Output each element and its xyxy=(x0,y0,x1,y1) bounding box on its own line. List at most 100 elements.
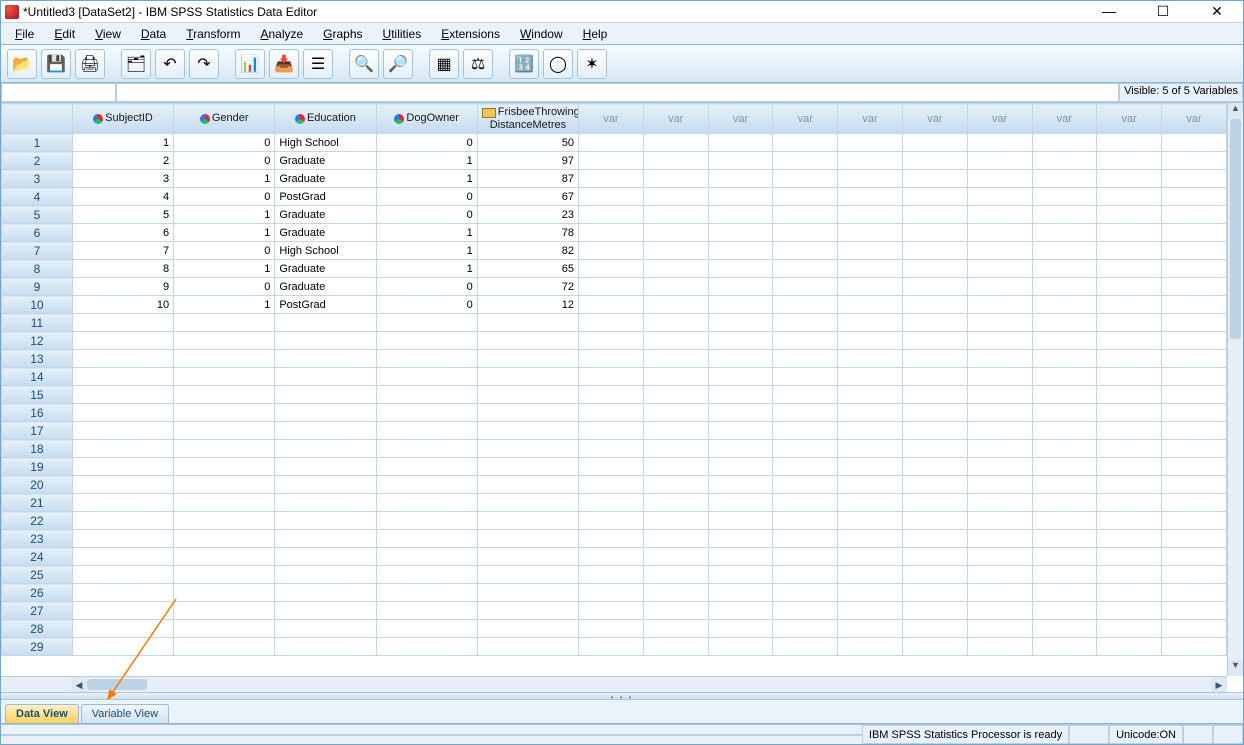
cell[interactable]: 5 xyxy=(72,206,173,224)
cell[interactable] xyxy=(275,530,376,548)
cell-empty[interactable] xyxy=(1162,530,1227,548)
row-header[interactable]: 13 xyxy=(2,350,73,368)
cell-empty[interactable] xyxy=(643,368,708,386)
cell[interactable]: 1 xyxy=(376,242,477,260)
cell-empty[interactable] xyxy=(708,260,773,278)
cell[interactable]: 0 xyxy=(376,296,477,314)
recall-dialog-icon[interactable]: 🗂 xyxy=(121,49,151,79)
cell-empty[interactable] xyxy=(579,278,644,296)
cell[interactable] xyxy=(275,314,376,332)
cell[interactable] xyxy=(376,494,477,512)
cell[interactable] xyxy=(275,620,376,638)
cell-empty[interactable] xyxy=(643,548,708,566)
cell-empty[interactable] xyxy=(838,278,903,296)
cell-empty[interactable] xyxy=(579,224,644,242)
cell[interactable] xyxy=(174,440,275,458)
cell-empty[interactable] xyxy=(902,152,967,170)
cell-empty[interactable] xyxy=(838,332,903,350)
scroll-down-arrow-icon[interactable]: ▼ xyxy=(1228,660,1243,676)
cell-empty[interactable] xyxy=(579,170,644,188)
column-header-empty[interactable]: var xyxy=(579,104,644,134)
cell-empty[interactable] xyxy=(1097,188,1162,206)
row-header[interactable]: 17 xyxy=(2,422,73,440)
cell-empty[interactable] xyxy=(773,404,838,422)
cell[interactable] xyxy=(174,494,275,512)
cell-empty[interactable] xyxy=(967,224,1032,242)
cell-empty[interactable] xyxy=(1162,314,1227,332)
cell-empty[interactable] xyxy=(1162,260,1227,278)
cell-empty[interactable] xyxy=(773,188,838,206)
cell-empty[interactable] xyxy=(902,494,967,512)
cell[interactable]: High School xyxy=(275,242,376,260)
cell-empty[interactable] xyxy=(902,620,967,638)
cell-empty[interactable] xyxy=(1032,170,1097,188)
cell-empty[interactable] xyxy=(1032,296,1097,314)
cell[interactable] xyxy=(477,386,578,404)
cell-empty[interactable] xyxy=(1097,350,1162,368)
cell-empty[interactable] xyxy=(967,404,1032,422)
cell[interactable] xyxy=(275,566,376,584)
cell-empty[interactable] xyxy=(579,386,644,404)
cell-empty[interactable] xyxy=(773,440,838,458)
cell-empty[interactable] xyxy=(1162,170,1227,188)
tab-variable-view[interactable]: Variable View xyxy=(81,704,169,723)
cell[interactable] xyxy=(72,530,173,548)
cell-empty[interactable] xyxy=(1162,152,1227,170)
cell-empty[interactable] xyxy=(579,584,644,602)
cell-empty[interactable] xyxy=(643,620,708,638)
cell-empty[interactable] xyxy=(1097,332,1162,350)
column-header-gender[interactable]: Gender xyxy=(174,104,275,134)
cell-empty[interactable] xyxy=(1097,152,1162,170)
cell[interactable] xyxy=(72,584,173,602)
cell[interactable] xyxy=(477,404,578,422)
row-header[interactable]: 6 xyxy=(2,224,73,242)
cell-empty[interactable] xyxy=(643,188,708,206)
menu-file[interactable]: File xyxy=(7,25,42,43)
column-header-empty[interactable]: var xyxy=(902,104,967,134)
cell-empty[interactable] xyxy=(579,350,644,368)
vertical-scroll-thumb[interactable] xyxy=(1230,119,1241,339)
cell-empty[interactable] xyxy=(708,602,773,620)
cell-empty[interactable] xyxy=(967,134,1032,152)
cell[interactable] xyxy=(376,512,477,530)
cell-empty[interactable] xyxy=(902,188,967,206)
cell[interactable] xyxy=(376,422,477,440)
cell[interactable]: PostGrad xyxy=(275,188,376,206)
cell[interactable] xyxy=(174,404,275,422)
cell-empty[interactable] xyxy=(1097,620,1162,638)
cell[interactable] xyxy=(376,458,477,476)
cell-empty[interactable] xyxy=(708,422,773,440)
cell-empty[interactable] xyxy=(643,458,708,476)
cell-empty[interactable] xyxy=(838,584,903,602)
cell-empty[interactable] xyxy=(579,242,644,260)
cell[interactable]: 3 xyxy=(72,170,173,188)
value-labels-icon[interactable]: ◯ xyxy=(543,49,573,79)
cell[interactable] xyxy=(477,584,578,602)
variables-icon[interactable]: ☰ xyxy=(303,49,333,79)
cell-empty[interactable] xyxy=(1097,368,1162,386)
cell[interactable] xyxy=(477,440,578,458)
cell-empty[interactable] xyxy=(967,242,1032,260)
cell-empty[interactable] xyxy=(773,134,838,152)
cell-empty[interactable] xyxy=(1032,548,1097,566)
cell-empty[interactable] xyxy=(1097,206,1162,224)
cell[interactable]: 1 xyxy=(174,260,275,278)
horizontal-scrollbar[interactable]: ◀ ▶ xyxy=(1,676,1227,692)
cell-empty[interactable] xyxy=(773,494,838,512)
cell-empty[interactable] xyxy=(1097,548,1162,566)
cell-empty[interactable] xyxy=(643,404,708,422)
cell-empty[interactable] xyxy=(1097,494,1162,512)
maximize-button[interactable]: ☐ xyxy=(1147,3,1179,20)
cell[interactable]: 1 xyxy=(174,170,275,188)
cell[interactable]: 12 xyxy=(477,296,578,314)
cell-empty[interactable] xyxy=(773,638,838,656)
cell-empty[interactable] xyxy=(967,170,1032,188)
cell[interactable] xyxy=(477,512,578,530)
cell-empty[interactable] xyxy=(1097,584,1162,602)
cell-empty[interactable] xyxy=(643,134,708,152)
cell-empty[interactable] xyxy=(773,152,838,170)
cell-empty[interactable] xyxy=(838,440,903,458)
cell[interactable] xyxy=(275,404,376,422)
cell[interactable] xyxy=(275,332,376,350)
cell-empty[interactable] xyxy=(1162,242,1227,260)
